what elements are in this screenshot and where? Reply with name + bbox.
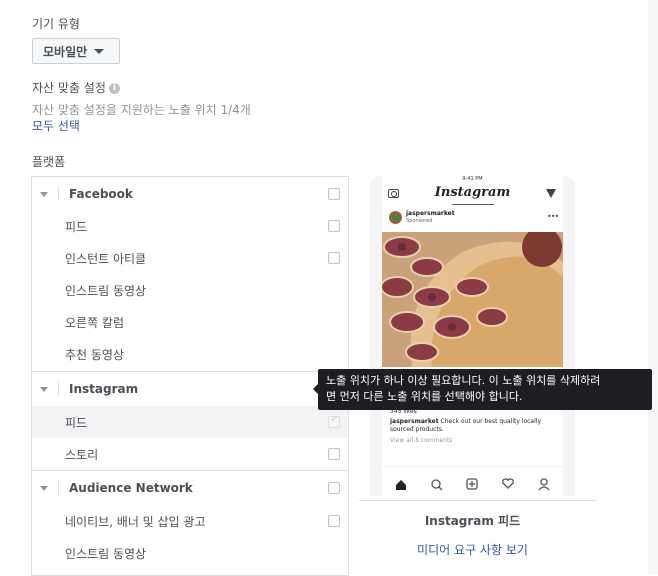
tooltip-line-2: 면 먼저 다른 노출 위치를 선택해야 합니다. [326,390,523,403]
checkbox-instagram-feed[interactable] [328,414,340,428]
tooltip: 노출 위치가 하나 이상 필요합니다. 이 노출 위치를 삭제하려 면 먼저 다… [313,369,652,410]
device-type-label: 기기 유형 [32,17,80,31]
placement-row-suggested-video[interactable]: 추천 동영상 [32,338,348,370]
home-icon [396,480,406,490]
instagram-bottom-nav [382,466,563,496]
device-type-value: 모바일만 [43,44,88,59]
profile-icon [538,478,550,491]
device-type-dropdown[interactable]: 모바일만 [32,38,120,64]
placement-row-native-banner-interstitial[interactable]: 네이티브, 배너 및 삽입 광고 [32,505,348,537]
checkbox-native-banner-interstitial[interactable] [328,515,340,527]
collapse-icon[interactable] [40,191,48,197]
nav-icons [396,478,550,491]
placement-row-facebook-feed[interactable]: 피드 [32,210,348,242]
send-icon [546,189,556,198]
fig-tart-image [382,232,563,367]
divider [32,470,348,471]
placement-label: 스토리 [65,447,99,462]
platform-row-audience-network[interactable]: Audience Network [32,472,348,504]
platform-name-instagram: Instagram [58,382,138,396]
post-account-name: jaspersmarket [406,210,455,217]
preview-divider [359,500,597,501]
sponsored-label: Sponsored [406,218,433,224]
platform-name-audience-network: Audience Network [58,481,193,495]
caption-username: jaspersmarket [390,418,439,425]
divider [32,371,348,372]
placement-label: 추천 동영상 [65,347,125,362]
caret-down-icon [94,48,105,54]
logo-underline [452,204,494,205]
status-bar-time: 9:41 PM [462,176,483,182]
avatar [389,211,402,224]
scrollbar-track[interactable] [648,0,658,574]
view-comments: View all 8 comments [390,437,453,444]
placement-preview-caption: Instagram 피드 [424,514,521,528]
placement-row-instagram-stories[interactable]: 스토리 [32,438,348,470]
placement-label: 피드 [65,219,88,234]
checkbox-instant-articles[interactable] [328,252,340,264]
placement-label: 인스트림 동영상 [65,546,147,561]
media-requirements-link[interactable]: 미디어 요구 사항 보기 [370,541,575,558]
collapse-icon[interactable] [40,485,48,491]
search-icon [431,479,443,491]
ad-image [382,232,563,367]
platform-row-instagram[interactable]: Instagram [32,373,348,405]
placement-row-instagram-feed[interactable]: 피드 [32,406,348,438]
checkbox-facebook[interactable] [328,188,340,200]
more-options-icon: ••• [547,212,559,221]
instagram-logo: Instagram [434,185,511,200]
select-all-link[interactable]: 모두 선택 [32,117,80,134]
placement-label: 인스턴트 아티클 [65,251,147,266]
placement-row-facebook-instream-video[interactable]: 인스트림 동영상 [32,274,348,306]
collapse-icon[interactable] [40,386,48,392]
tooltip-line-1: 노출 위치가 하나 이상 필요합니다. 이 노출 위치를 삭제하려 [326,374,601,387]
placements-panel: Facebook 피드 인스턴트 아티클 인스트림 동영상 오른쪽 칼럼 추천 … [31,176,349,576]
checkbox-audience-network[interactable] [328,482,340,494]
platforms-label: 플랫폼 [32,155,66,169]
heart-icon [502,478,514,489]
add-icon [466,478,478,490]
phone-screen: 9:41 PM Instagram jaspersmarket Sponsore… [382,176,563,496]
post-caption: jaspersmarket Check out our best quality… [390,418,560,425]
placement-label: 오른쪽 칼럼 [65,315,125,330]
placement-label: 인스트림 동영상 [65,283,147,298]
placement-row-audience-instream-video[interactable]: 인스트림 동영상 [32,537,348,569]
placement-label: 피드 [65,415,88,430]
caption-text-line2: sourced products. [390,426,444,433]
placement-row-instant-articles[interactable]: 인스턴트 아티클 [32,242,348,274]
checkbox-facebook-feed[interactable] [328,220,340,232]
placement-label: 네이티브, 배너 및 삽입 광고 [65,514,206,529]
ad-preview-phone: 9:41 PM Instagram jaspersmarket Sponsore… [370,176,575,496]
asset-customization-title: 자산 맞춤 설정 [32,81,106,95]
info-icon[interactable]: i [108,83,120,94]
asset-customization-description: 자산 맞춤 설정을 지원하는 노출 위치 1/4개 [32,103,251,117]
platform-row-facebook[interactable]: Facebook [32,178,348,210]
platform-name-facebook: Facebook [58,187,133,201]
placement-row-right-column[interactable]: 오른쪽 칼럼 [32,306,348,338]
checkbox-instagram-stories[interactable] [328,448,340,460]
asset-customization-label: 자산 맞춤 설정 i [32,79,120,96]
caption-text: Check out our best quality locally [440,418,541,425]
